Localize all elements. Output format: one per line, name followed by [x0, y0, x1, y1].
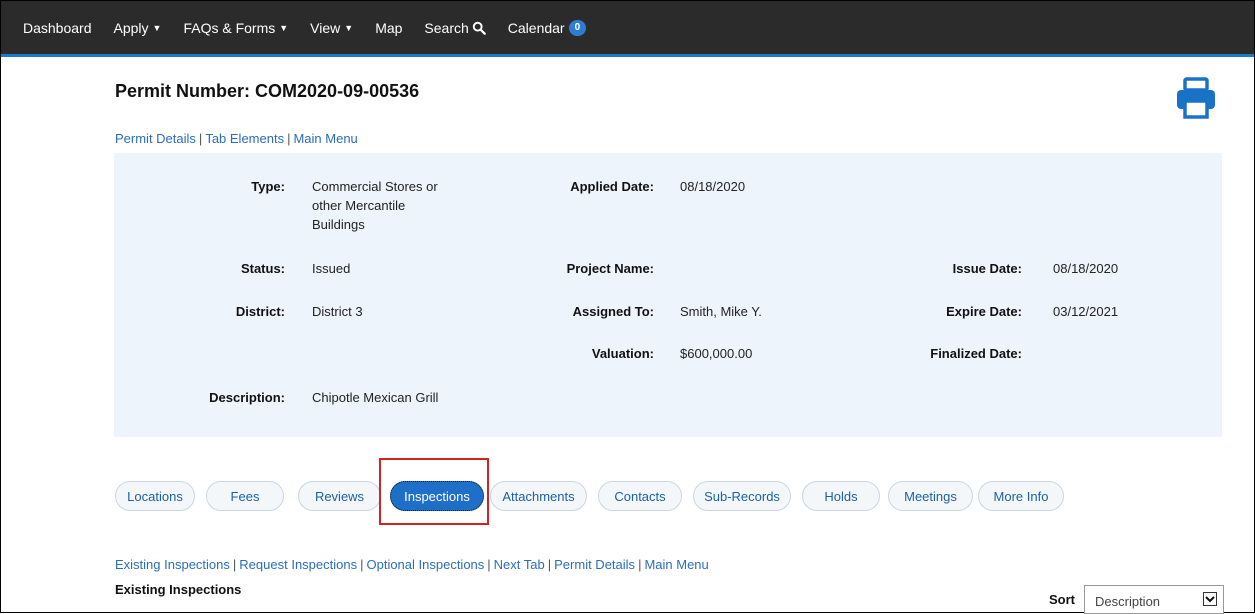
- sort-select[interactable]: Description: [1084, 585, 1224, 614]
- link-separator: |: [360, 557, 364, 572]
- sort-selected-value: Description: [1095, 594, 1161, 609]
- tab-more-info[interactable]: More Info: [978, 481, 1064, 511]
- link-optional-inspections[interactable]: Optional Inspections: [366, 557, 484, 572]
- nav-faqs-forms[interactable]: FAQs & Forms ▼: [183, 20, 288, 36]
- caret-down-icon: ▼: [152, 22, 162, 33]
- nav-apply[interactable]: Apply ▼: [114, 20, 162, 36]
- issue-date-value: 08/18/2020: [1053, 261, 1119, 276]
- project-name-label: Project Name:: [566, 261, 654, 276]
- nav-view-label: View: [310, 19, 341, 36]
- link-main-menu[interactable]: Main Menu: [293, 131, 357, 146]
- link-main-menu-bottom[interactable]: Main Menu: [644, 557, 708, 572]
- nav-calendar[interactable]: Calendar 0: [507, 19, 587, 36]
- link-separator: |: [232, 557, 237, 572]
- valuation-label: Valuation:: [591, 346, 654, 361]
- link-separator: |: [638, 557, 642, 572]
- type-label: Type:: [251, 179, 285, 194]
- tab-locations[interactable]: Locations: [115, 481, 195, 511]
- tab-attachments[interactable]: Attachments: [490, 481, 587, 511]
- chevron-down-icon[interactable]: [1203, 592, 1217, 606]
- type-value-line1: Commercial Stores or: [312, 179, 438, 194]
- tab-inspections[interactable]: Inspections: [390, 481, 484, 511]
- description-label: Description:: [209, 390, 285, 405]
- tab-reviews[interactable]: Reviews: [298, 481, 381, 511]
- tab-holds[interactable]: Holds: [802, 481, 880, 511]
- page-title: Permit Number: COM2020-09-00536: [115, 81, 420, 101]
- tab-sub-records[interactable]: Sub-Records: [693, 481, 791, 511]
- tab-meetings[interactable]: Meetings: [888, 481, 973, 511]
- status-label: Status:: [240, 261, 285, 276]
- nav-dashboard[interactable]: Dashboard: [23, 20, 92, 36]
- nav-map-label: Map: [375, 19, 403, 36]
- top-navbar: Dashboard Apply ▼ FAQs & Forms ▼ View ▼ Map…: [1, 1, 1254, 57]
- nav-dashboard-label: Dashboard: [23, 19, 92, 36]
- status-value: Issued: [312, 261, 351, 276]
- assigned-to-value: Smith, Mike Y.: [680, 304, 762, 319]
- link-request-inspections[interactable]: Request Inspections: [239, 557, 357, 572]
- description-value: Chipotle Mexican Grill: [312, 390, 439, 405]
- link-separator: |: [487, 557, 491, 572]
- inspection-links: Existing Inspections | Request Inspections…: [115, 557, 709, 572]
- link-separator: |: [287, 131, 291, 146]
- type-value-line2: other Mercantile: [312, 198, 406, 213]
- assigned-to-label: Assigned To:: [572, 304, 654, 319]
- sort-label: Sort: [1049, 592, 1075, 607]
- calendar-count-badge: 0: [568, 19, 587, 36]
- link-next-tab[interactable]: Next Tab: [494, 557, 545, 572]
- district-value: District 3: [312, 304, 363, 319]
- nav-search-label: Search: [424, 19, 469, 36]
- tab-contacts[interactable]: Contacts: [598, 481, 682, 511]
- link-tab-elements[interactable]: Tab Elements: [205, 131, 284, 146]
- issue-date-label: Issue Date:: [952, 261, 1022, 276]
- permit-details-panel: Type: Commercial Stores or other Mercant…: [114, 153, 1222, 437]
- finalized-date-label: Finalized Date:: [930, 346, 1022, 361]
- expire-date-value: 03/12/2021: [1053, 304, 1119, 319]
- valuation-value: $600,000.00: [680, 346, 753, 361]
- nav-faqs-label: FAQs & Forms: [183, 19, 276, 36]
- nav-view[interactable]: View ▼: [310, 20, 353, 36]
- link-separator: |: [198, 131, 203, 146]
- print-icon[interactable]: [1176, 77, 1216, 119]
- nav-calendar-label: Calendar: [507, 19, 565, 36]
- tab-fees[interactable]: Fees: [206, 481, 284, 511]
- expire-date-label: Expire Date:: [946, 304, 1022, 319]
- applied-date-label: Applied Date:: [570, 179, 654, 194]
- nav-search[interactable]: Search: [424, 19, 486, 36]
- district-label: District:: [235, 304, 285, 319]
- link-permit-details[interactable]: Permit Details: [115, 131, 196, 146]
- nav-map[interactable]: Map: [375, 20, 402, 36]
- section-heading: Existing Inspections: [115, 582, 242, 597]
- link-existing-inspections[interactable]: Existing Inspections: [115, 557, 230, 572]
- link-separator: |: [547, 557, 552, 572]
- search-icon: [472, 21, 486, 35]
- type-value-line3: Buildings: [312, 217, 365, 232]
- caret-down-icon: ▼: [344, 22, 354, 33]
- link-permit-details-bottom[interactable]: Permit Details: [554, 557, 635, 572]
- nav-apply-label: Apply: [113, 19, 149, 36]
- applied-date-value: 08/18/2020: [680, 179, 746, 194]
- caret-down-icon: ▼: [279, 22, 289, 33]
- top-links-breadcrumb: Permit Details | Tab Elements | Main Menu: [115, 131, 358, 146]
